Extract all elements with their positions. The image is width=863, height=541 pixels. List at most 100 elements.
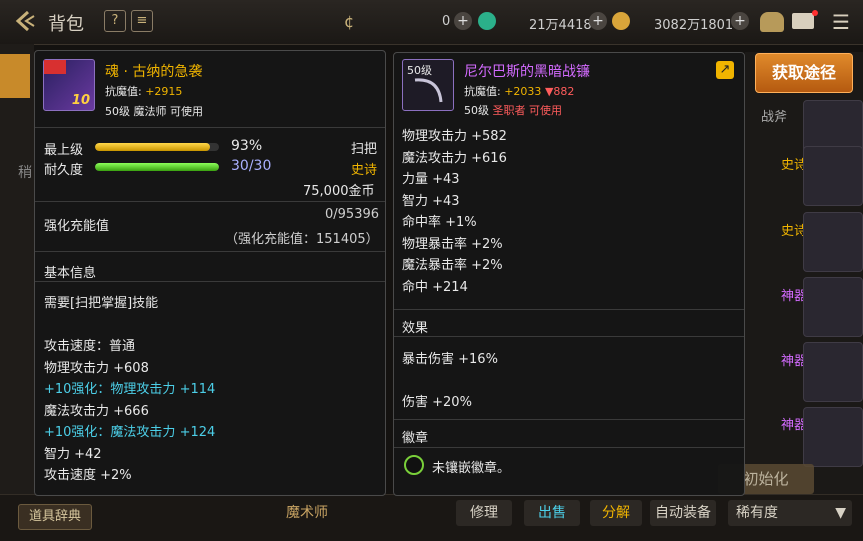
enhance-level-badge: 10	[71, 93, 90, 108]
item-icon: 10	[43, 59, 95, 111]
durability-bar	[95, 163, 219, 171]
anti-magic-label: 抗魔值:	[464, 85, 501, 98]
rarity-select-value: 稀有度	[736, 505, 778, 521]
stat-line: 物理暴击率 +2%	[402, 236, 503, 252]
gold-coin-icon	[612, 12, 630, 30]
stat-line: +10强化：魔法攻击力 +124	[44, 425, 216, 440]
stat-line: 物理攻击力 +582	[402, 129, 507, 144]
page-title: 背包	[48, 14, 84, 35]
divider	[35, 281, 385, 282]
rarity-label: 史诗	[351, 163, 378, 178]
effect-line: 伤害 +20%	[402, 395, 472, 410]
inventory-slot[interactable]	[803, 407, 863, 467]
anti-magic-row: 抗魔值: +2033 ▼882	[464, 83, 574, 99]
menu-icon[interactable]: ☰	[826, 10, 856, 34]
durability-bar-fill	[95, 163, 219, 171]
effect-header: 效果	[402, 321, 429, 336]
stat-line: 攻击速度：普通	[44, 339, 136, 354]
repair-button[interactable]: 修理	[456, 500, 512, 526]
gem-icon	[478, 12, 496, 30]
stat-line: 智力 +43	[402, 193, 460, 209]
emblem-slot-icon	[404, 455, 424, 475]
skill-requirement: 需要[扫把掌握]技能	[44, 296, 159, 311]
notification-dot	[812, 10, 818, 16]
item-tooltip-equipped: 10 魂 · 古纳的急袭 抗魔值: +2915 50级 魔法师 可使用 最上级 …	[34, 50, 386, 496]
charge-value: 0/95396	[325, 207, 380, 222]
class-requirement: 圣职者 可使用	[492, 104, 563, 117]
left-tab-label[interactable]: 稍	[18, 162, 32, 182]
auto-equip-button[interactable]: 自动装备	[650, 500, 716, 526]
max-level-percent: 93%	[231, 138, 263, 154]
charge-label: 强化充能值	[44, 219, 110, 234]
background-right-list: 战斧 史诗 史诗 神器 神器 神器	[745, 52, 863, 494]
share-icon[interactable]: ↗	[716, 61, 734, 79]
currency-1-value: 0	[442, 14, 451, 29]
acquire-route-button[interactable]: 获取途径	[755, 53, 853, 93]
durability-value: 30/30	[231, 158, 272, 174]
stat-line: 命中 +214	[402, 279, 468, 295]
item-name: 尼尔巴斯的黑暗战镰	[464, 64, 590, 80]
inventory-slot[interactable]	[803, 212, 863, 272]
effect-line: 暴击伤害 +16%	[402, 352, 498, 367]
filter-icon[interactable]: ≡	[131, 10, 153, 32]
background-left-strip: 稍	[0, 44, 34, 540]
anti-magic-row: 抗魔值: +2915	[105, 83, 182, 99]
level-class-req: 50级 圣职者 可使用	[464, 102, 562, 118]
stat-list: 物理攻击力 +582 魔法攻击力 +616 力量 +43 智力 +43 命中率 +1% 物…	[402, 125, 732, 297]
add-currency-3-button[interactable]: +	[731, 12, 749, 30]
anti-magic-value: +2033	[504, 85, 542, 98]
disassemble-button[interactable]: 分解	[590, 500, 642, 526]
item-price: 75,000金币	[303, 184, 375, 199]
inventory-slot[interactable]	[803, 342, 863, 402]
add-currency-1-button[interactable]: +	[454, 12, 472, 30]
back-arrow-icon[interactable]	[12, 8, 38, 34]
help-icon[interactable]: ?	[104, 10, 126, 32]
item-icon: 50级	[402, 59, 454, 111]
scythe-icon	[414, 78, 443, 103]
divider	[35, 201, 385, 202]
max-level-bar	[95, 143, 219, 151]
class-name: 魔术师	[286, 505, 328, 521]
item-dictionary-button[interactable]: 道具辞典	[18, 504, 92, 530]
mail-icon[interactable]	[792, 13, 814, 29]
chevron-down-icon: ▼	[835, 505, 846, 521]
stat-line: 魔法暴击率 +2%	[402, 258, 503, 273]
max-level-bar-fill	[95, 143, 211, 151]
emblem-text: 未镶嵌徽章。	[432, 461, 511, 476]
rarity-select[interactable]: 稀有度 ▼	[728, 500, 852, 526]
divider	[394, 419, 744, 420]
stat-line: 智力 +42	[44, 446, 102, 462]
stat-list: 攻击速度：普通 物理攻击力 +608 +10强化：物理攻击力 +114 魔法攻击力 +…	[44, 335, 374, 486]
durability-label: 耐久度	[44, 163, 84, 178]
divider	[394, 336, 744, 337]
add-currency-2-button[interactable]: +	[589, 12, 607, 30]
anti-magic-value: +2915	[145, 85, 183, 98]
top-bar: 背包 ? ≡ ¢ 0 + 21万4418 + 3082万1801 + ☰	[0, 0, 863, 45]
inventory-slot[interactable]	[803, 146, 863, 206]
item-name: 魂 · 古纳的急袭	[105, 64, 203, 80]
divider	[394, 447, 744, 448]
currency-c-icon: ¢	[344, 12, 355, 31]
anti-magic-label: 抗魔值:	[105, 85, 142, 98]
sell-button[interactable]: 出售	[524, 500, 580, 526]
active-tab-marker	[0, 54, 30, 98]
divider	[35, 251, 385, 252]
item-category: 扫把	[351, 142, 378, 157]
currency-3-value: 3082万1801	[654, 18, 734, 33]
tag-badge	[44, 60, 66, 74]
basic-info-header: 基本信息	[44, 266, 97, 281]
max-level-label: 最上级	[44, 143, 84, 158]
item-tooltip-compare: 50级 尼尔巴斯的黑暗战镰 ↗ 抗魔值: +2033 ▼882 50级 圣职者 …	[393, 52, 745, 496]
inventory-slot[interactable]	[803, 277, 863, 337]
anti-magic-diff: ▼882	[544, 85, 575, 98]
stat-line: 力量 +43	[402, 172, 460, 187]
stat-line: 物理攻击力 +608	[44, 360, 149, 376]
currency-2-value: 21万4418	[529, 18, 592, 33]
charge-note: （强化充能值：151405）	[225, 232, 379, 247]
pot-icon[interactable]	[760, 12, 784, 32]
stat-line: +10强化：物理攻击力 +114	[44, 382, 216, 397]
stat-line: 魔法攻击力 +616	[402, 150, 507, 166]
stat-line: 攻击速度 +2%	[44, 468, 132, 483]
emblem-header: 徽章	[402, 431, 429, 446]
stat-line: 命中率 +1%	[402, 215, 477, 230]
